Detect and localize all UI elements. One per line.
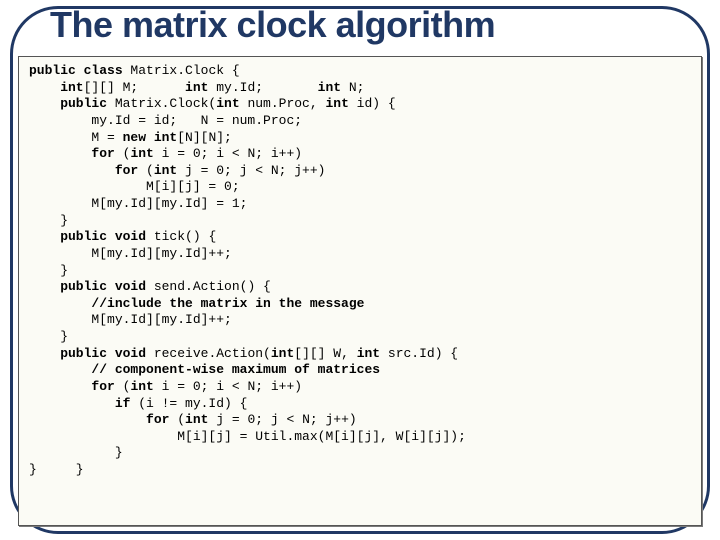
tok: ( [169,412,185,427]
comment: // component-wise maximum of matrices [29,362,380,377]
tok: } } [29,462,84,477]
code-block: public class Matrix.Clock { int[][] M; i… [29,63,691,479]
slide-title: The matrix clock algorithm [50,4,670,46]
tok: receive.Action( [146,346,271,361]
tok: [N][N]; [177,130,232,145]
tok: M[my.Id][my.Id] = 1; [29,196,247,211]
kw: int [130,146,153,161]
kw: int [318,80,341,95]
tok: M[my.Id][my.Id]++; [29,246,232,261]
kw: public void [29,229,146,244]
kw: if [29,396,130,411]
tok: my.Id; [208,80,317,95]
kw: int [357,346,380,361]
tok: i = 0; i < N; i++) [154,379,302,394]
tok: } [29,445,123,460]
slide: The matrix clock algorithm public class … [0,0,720,540]
tok: j = 0; j < N; j++) [177,163,325,178]
kw: for [29,412,169,427]
tok: [][] M; [84,80,185,95]
kw: for [29,379,115,394]
tok: } [29,263,68,278]
tok: N; [341,80,364,95]
tok: send.Action() { [146,279,271,294]
kw: for [29,146,115,161]
kw: int [271,346,294,361]
tok: (i != my.Id) { [130,396,247,411]
tok: ( [115,146,131,161]
kw: new int [123,130,178,145]
tok: } [29,213,68,228]
tok: tick() { [146,229,216,244]
code-box: public class Matrix.Clock { int[][] M; i… [18,56,702,526]
tok: M[my.Id][my.Id]++; [29,312,232,327]
tok: ( [138,163,154,178]
kw: int [325,96,348,111]
tok: ( [115,379,131,394]
tok: Matrix.Clock { [123,63,240,78]
kw: class [76,63,123,78]
tok: M = [29,130,123,145]
kw: public void [29,279,146,294]
kw: int [185,412,208,427]
kw: int [29,80,84,95]
kw: int [154,163,177,178]
tok: M[i][j] = Util.max(M[i][j], W[i][j]); [29,429,466,444]
tok: my.Id = id; N = num.Proc; [29,113,302,128]
kw: int [130,379,153,394]
tok: id) { [349,96,396,111]
tok: M[i][j] = 0; [29,179,240,194]
tok: Matrix.Clock( [107,96,216,111]
tok: src.Id) { [380,346,458,361]
comment: //include the matrix in the message [29,296,364,311]
kw: int [216,96,239,111]
kw: public [29,63,76,78]
kw: for [29,163,138,178]
tok: [][] W, [294,346,356,361]
kw: public void [29,346,146,361]
tok: } [29,329,68,344]
kw: public [29,96,107,111]
kw: int [185,80,208,95]
tok: i = 0; i < N; i++) [154,146,302,161]
tok: num.Proc, [240,96,326,111]
tok: j = 0; j < N; j++) [208,412,356,427]
